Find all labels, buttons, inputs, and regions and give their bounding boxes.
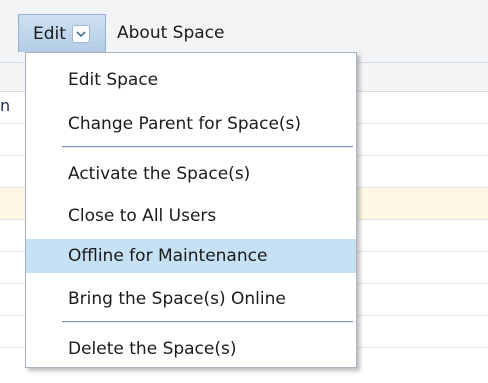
about-space-menu[interactable]: About Space [117, 14, 224, 52]
menu-item-change-parent[interactable]: Change Parent for Space(s) [26, 107, 356, 141]
clipped-column-text: n [0, 96, 11, 115]
menu-item-delete[interactable]: Delete the Space(s) [26, 332, 356, 366]
chevron-down-icon [71, 24, 90, 43]
menu-item-activate[interactable]: Activate the Space(s) [26, 157, 356, 191]
menu-item-close-to-all-users[interactable]: Close to All Users [26, 199, 356, 233]
edit-menu-label: Edit [33, 23, 66, 44]
edit-menu-button[interactable]: Edit [18, 14, 106, 52]
menu-item-edit-space[interactable]: Edit Space [26, 63, 356, 97]
menu-item-offline-for-maintenance[interactable]: Offline for Maintenance [26, 239, 356, 273]
menu-separator [62, 146, 353, 148]
menu-item-bring-online[interactable]: Bring the Space(s) Online [26, 282, 356, 316]
menu-separator [62, 321, 353, 323]
edit-dropdown-menu: Edit Space Change Parent for Space(s) Ac… [25, 52, 357, 368]
